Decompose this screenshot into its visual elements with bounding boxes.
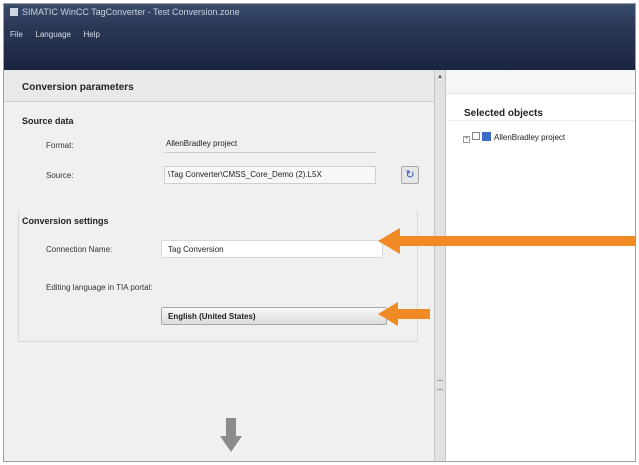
orange-arrow-icon [378,302,430,326]
conversion-parameters-panel: Conversion parameters Source data Format… [4,70,434,461]
panel-splitter-scrollbar[interactable]: ▲ [434,70,446,461]
editing-language-label: Editing language in TIA portal: [46,283,153,292]
menu-language[interactable]: Language [35,30,71,39]
format-value: AllenBradley project [164,139,376,153]
down-arrow-icon [220,418,242,452]
editing-language-dropdown[interactable]: English (United States) [161,307,387,325]
menu-file[interactable]: File [10,30,23,39]
menu-bar: File Language Help [4,24,635,70]
format-label: Format: [46,141,74,150]
selected-objects-heading: Selected objects [464,108,543,119]
selected-objects-panel: Selected objects + AllenBradley project [446,70,635,461]
window-title: SIMATIC WinCC TagConverter - Test Conver… [22,7,240,17]
source-data-heading: Source data [22,116,74,126]
source-path-field[interactable]: \Tag Converter\CMSS_Core_Demo (2).L5X [164,166,376,184]
conversion-parameters-heading: Conversion parameters [4,70,434,102]
scroll-up-icon[interactable]: ▲ [437,74,443,80]
conversion-settings-heading: Conversion settings [22,216,113,226]
tree-item-allenbradley-project[interactable]: + AllenBradley project [463,132,565,143]
title-bar: SIMATIC WinCC TagConverter - Test Conver… [4,4,635,24]
right-panel-toolbar [446,70,635,94]
menu-help[interactable]: Help [84,30,100,39]
divider [446,120,635,121]
connection-name-label: Connection Name: [46,245,113,254]
app-icon [10,8,18,16]
tree-item-label: AllenBradley project [494,133,566,142]
source-label: Source: [46,171,74,180]
splitter-grip[interactable] [437,380,443,390]
refresh-source-button[interactable]: ↻ [401,166,419,184]
orange-arrow-icon [378,228,636,254]
expand-icon[interactable]: + [463,136,470,143]
project-icon [482,132,491,141]
tree-checkbox[interactable] [472,132,480,140]
refresh-icon: ↻ [405,169,415,181]
connection-name-input[interactable]: Tag Conversion [161,240,383,258]
